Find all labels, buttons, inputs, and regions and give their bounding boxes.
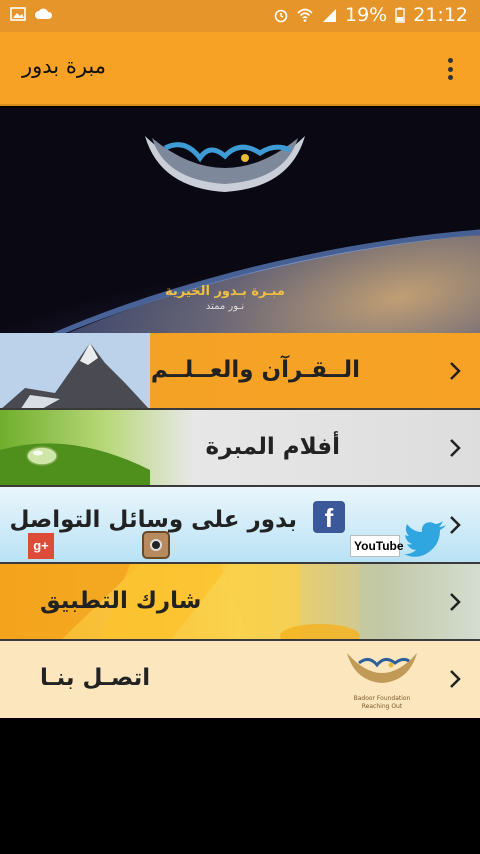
menu-item-label: اتصـل بنـا [40, 665, 151, 691]
badoor-logo-icon [347, 653, 417, 683]
menu-item-label: شارك التطبيق [40, 588, 202, 614]
menu-item-social-media[interactable]: بدور على وسائل التواصل f YouTube g+ [0, 487, 480, 564]
menu-item-label: أفلام المبرة [205, 434, 341, 460]
water-drop-image [0, 443, 150, 485]
alarm-icon [274, 9, 288, 23]
chevron-right-icon [450, 593, 461, 611]
app-bar: مبرة بدور [0, 32, 480, 106]
badoor-logo-caption: Badoor Foundation Reaching Out [353, 695, 411, 710]
signal-icon [323, 9, 336, 22]
google-plus-icon[interactable]: g+ [28, 533, 54, 559]
main-menu: الــقـرآن والعــلــم أفلام المبرة بدور ع… [0, 333, 480, 718]
clock: 21:12 [413, 4, 468, 26]
status-bar: 19% 21:12 [0, 0, 480, 32]
battery-icon [395, 7, 405, 23]
header-banner: مبـرة بـدور الخيرية نـور ممتد [0, 108, 480, 333]
badoor-logo-icon [145, 136, 305, 192]
chevron-right-icon [450, 362, 461, 380]
banner-logo-subtext: نـور ممتد [205, 301, 245, 312]
mountain-image [0, 333, 150, 408]
menu-item-share-app[interactable]: شارك التطبيق [0, 564, 480, 641]
battery-percent: 19% [345, 4, 388, 26]
youtube-icon[interactable]: YouTube [350, 535, 404, 557]
instagram-icon[interactable] [142, 531, 170, 559]
facebook-icon[interactable]: f [313, 501, 345, 533]
app-title: مبرة بدور [22, 54, 106, 78]
menu-item-contact-us[interactable]: اتصـل بنـا Badoor Foundation Reaching Ou… [0, 641, 480, 718]
menu-item-label: الــقـرآن والعــلــم [150, 357, 360, 383]
banner-logo-text: مبـرة بـدور الخيرية [165, 284, 285, 299]
image-icon [10, 7, 26, 21]
chevron-right-icon [450, 439, 461, 457]
chevron-right-icon [450, 670, 461, 688]
menu-item-label: بدور على وسائل التواصل [9, 507, 297, 533]
cloud-icon [35, 8, 53, 19]
menu-item-films[interactable]: أفلام المبرة [0, 410, 480, 487]
menu-item-quran-science[interactable]: الــقـرآن والعــلــم [0, 333, 480, 410]
twitter-icon[interactable] [404, 521, 448, 557]
chevron-right-icon [450, 516, 461, 534]
wifi-icon [297, 8, 313, 22]
kebab-menu-icon[interactable] [438, 54, 462, 84]
